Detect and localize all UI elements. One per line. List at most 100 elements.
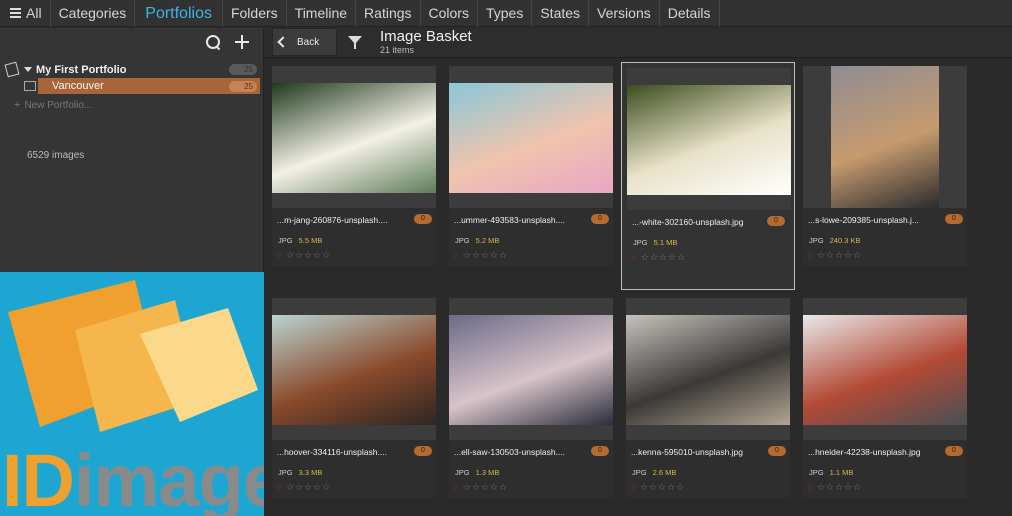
star-icon[interactable]: ☆ [295,250,304,260]
star-icon[interactable]: ☆ [650,252,659,262]
tab-versions[interactable]: Versions [589,0,660,27]
star-icon[interactable]: ☆ [676,482,685,492]
reject-icon[interactable]: ⊘ [807,485,817,492]
tab-colors[interactable]: Colors [421,0,478,27]
chevron-left-icon [277,36,289,48]
tab-categories[interactable]: Categories [51,0,136,27]
tab-states[interactable]: States [532,0,590,27]
count-badge[interactable]: 0 [414,446,432,456]
tab-folders[interactable]: Folders [223,0,287,27]
reject-icon[interactable]: ⊘ [276,485,286,492]
filter-icon[interactable] [348,36,362,50]
star-icon[interactable]: ☆ [667,482,676,492]
star-icon[interactable]: ☆ [853,482,862,492]
search-icon[interactable] [205,34,221,50]
star-icon[interactable]: ☆ [295,482,304,492]
star-icon[interactable]: ☆ [835,482,844,492]
rating-stars[interactable]: ⊘ ☆☆☆☆☆ [630,482,685,493]
star-icon[interactable]: ☆ [322,250,331,260]
star-icon[interactable]: ☆ [853,250,862,260]
star-icon[interactable]: ☆ [304,250,313,260]
count-badge[interactable]: 0 [591,214,609,224]
reject-icon[interactable]: ⊘ [630,485,640,492]
star-icon[interactable]: ☆ [658,482,667,492]
image-card[interactable]: ...hneider-42238-unsplash.jpg 0 JPG 1.1 MB ⊘… [803,298,967,498]
star-icon[interactable]: ☆ [499,250,508,260]
new-portfolio-button[interactable]: + New Portfolio... [0,98,263,112]
star-icon[interactable]: ☆ [844,250,853,260]
portfolio-item-vancouver[interactable]: Vancouver 25 [24,78,260,94]
add-icon[interactable] [235,34,249,49]
file-size: 3.3 MB [298,468,323,477]
tab-all[interactable]: All [22,0,51,27]
star-icon[interactable]: ☆ [640,482,649,492]
file-meta: JPG 5.5 MB [278,236,322,245]
image-card[interactable]: ...s-lowe-209385-unsplash.j... 0 JPG 240.3 … [803,66,967,266]
reject-icon[interactable]: ⊘ [276,253,286,260]
hamburger-menu-icon[interactable] [0,0,22,27]
back-button[interactable]: Back [272,28,337,56]
file-size: 5.5 MB [298,236,323,245]
count-badge[interactable]: 0 [414,214,432,224]
rating-stars[interactable]: ⊘ ☆☆☆☆☆ [453,482,508,493]
rating-stars[interactable]: ⊘ ☆☆☆☆☆ [631,252,686,263]
star-icon[interactable]: ☆ [313,482,322,492]
rating-stars[interactable]: ⊘ ☆☆☆☆☆ [276,250,331,261]
star-icon[interactable]: ☆ [659,252,668,262]
star-icon[interactable]: ☆ [481,482,490,492]
image-card[interactable]: ...-white-302160-unsplash.jpg 0 JPG 5.1 MB ⊘… [621,62,795,290]
star-icon[interactable]: ☆ [835,250,844,260]
star-icon[interactable]: ☆ [472,482,481,492]
star-icon[interactable]: ☆ [817,482,826,492]
image-card[interactable]: ...ummer-493583-unsplash.... 0 JPG 5.2 MB ⊘ … [449,66,613,266]
file-type: JPG [455,236,470,245]
count-badge[interactable]: 0 [945,214,963,224]
tab-details[interactable]: Details [660,0,720,27]
star-icon[interactable]: ☆ [472,250,481,260]
reject-icon[interactable]: ⊘ [453,253,463,260]
image-card[interactable]: ...kenna-595010-unsplash.jpg 0 JPG 2.6 MB ⊘ … [626,298,790,498]
reject-icon[interactable]: ⊘ [631,255,641,262]
tab-ratings[interactable]: Ratings [356,0,421,27]
star-icon[interactable]: ☆ [844,482,853,492]
count-badge[interactable]: 0 [767,216,785,226]
star-icon[interactable]: ☆ [286,482,295,492]
count-badge[interactable]: 0 [768,446,786,456]
star-icon[interactable]: ☆ [649,482,658,492]
star-icon[interactable]: ☆ [817,250,826,260]
file-meta: JPG 2.6 MB [632,468,676,477]
tab-types[interactable]: Types [478,0,533,27]
star-icon[interactable]: ☆ [668,252,677,262]
star-icon[interactable]: ☆ [463,250,472,260]
reject-icon[interactable]: ⊘ [453,485,463,492]
star-icon[interactable]: ☆ [481,250,490,260]
back-label: Back [297,36,320,48]
rating-stars[interactable]: ⊘ ☆☆☆☆☆ [453,250,508,261]
reject-icon[interactable]: ⊘ [807,253,817,260]
rating-stars[interactable]: ⊘ ☆☆☆☆☆ [807,482,862,493]
rating-stars[interactable]: ⊘ ☆☆☆☆☆ [276,482,331,493]
star-icon[interactable]: ☆ [490,250,499,260]
star-icon[interactable]: ☆ [286,250,295,260]
image-card[interactable]: ...hoover-334116-unsplash.... 0 JPG 3.3 MB ⊘… [272,298,436,498]
portfolio-item-root[interactable]: My First Portfolio 25 [0,61,263,78]
tab-timeline[interactable]: Timeline [287,0,357,27]
star-icon[interactable]: ☆ [677,252,686,262]
star-icon[interactable]: ☆ [304,482,313,492]
star-icon[interactable]: ☆ [490,482,499,492]
image-card[interactable]: ...m-jang-260876-unsplash.... 0 JPG 5.5 MB ⊘… [272,66,436,266]
star-icon[interactable]: ☆ [322,482,331,492]
file-size: 5.1 MB [653,238,678,247]
star-icon[interactable]: ☆ [826,482,835,492]
tab-portfolios[interactable]: Portfolios [135,0,223,27]
star-icon[interactable]: ☆ [463,482,472,492]
star-icon[interactable]: ☆ [641,252,650,262]
star-icon[interactable]: ☆ [499,482,508,492]
star-icon[interactable]: ☆ [826,250,835,260]
expand-triangle-icon[interactable] [24,67,32,72]
count-badge[interactable]: 0 [591,446,609,456]
rating-stars[interactable]: ⊘ ☆☆☆☆☆ [807,250,862,261]
count-badge[interactable]: 0 [945,446,963,456]
image-card[interactable]: ...ell-saw-130503-unsplash.... 0 JPG 1.3 MB… [449,298,613,498]
star-icon[interactable]: ☆ [313,250,322,260]
